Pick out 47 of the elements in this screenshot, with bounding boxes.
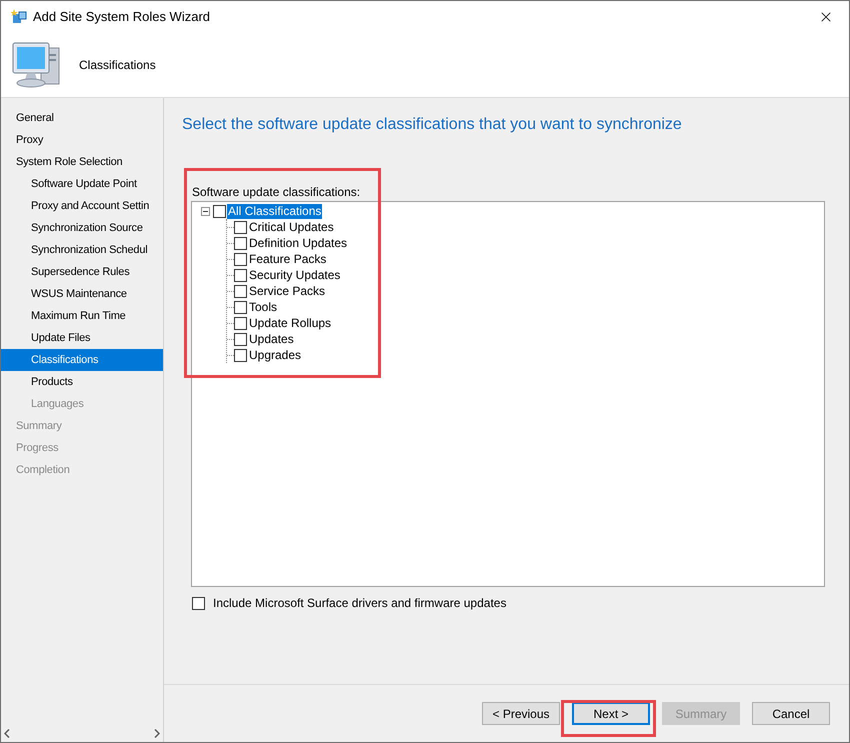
sidebar-item[interactable]: System Role Selection [1,151,163,173]
sidebar-item[interactable]: Classifications [1,349,163,371]
scroll-left-icon[interactable] [4,729,10,738]
tree-checkbox[interactable] [234,300,247,314]
tree-item[interactable]: Service Packs [249,282,326,300]
sidebar-item[interactable]: Update Files [1,327,163,349]
tree-item[interactable]: Definition Updates [249,234,348,252]
tree-view[interactable]: All Classifications Critical Updates Definition Updates Feature Packs Security Updates Service Packs Tools Update Rollups Updates Upgrades [191,201,825,587]
wizard-button[interactable]: Cancel [752,702,830,725]
page-heading: Select the software update classifications that you want to synchronize [182,115,683,135]
tree-item[interactable]: Tools [249,298,278,316]
tree-item[interactable]: All Classifications [227,204,322,219]
tree-label: Software update classifications: [192,184,362,201]
scroll-right-icon[interactable] [154,729,160,738]
tree-checkbox[interactable] [234,348,247,362]
tree-item[interactable]: Upgrades [249,346,302,364]
tree-checkbox[interactable] [234,316,247,330]
sidebar-item[interactable]: Software Update Point [1,173,163,195]
tree-checkbox[interactable] [234,284,247,298]
tree-item[interactable]: Feature Packs [249,250,326,268]
tree-item[interactable]: Update Rollups [249,314,332,332]
tree-checkbox[interactable] [234,332,247,346]
sidebar-item[interactable]: Products [1,371,163,393]
tree-checkbox[interactable] [234,252,247,266]
sidebar-item[interactable]: Supersedence Rules [1,261,163,283]
sidebar-item[interactable]: Synchronization Source [1,217,163,239]
window-title: Add Site System Roles Wizard [33,8,210,26]
tree-checkbox[interactable] [234,236,247,250]
page-title: Classifications [79,56,156,74]
tree-item[interactable]: Critical Updates [249,218,334,236]
sidebar-item[interactable]: General [1,107,163,129]
sidebar-item[interactable]: Proxy and Account Settin [1,195,163,217]
checkbox[interactable] [192,596,205,610]
sidebar-item[interactable]: WSUS Maintenance [1,283,163,305]
tree-checkbox[interactable] [234,220,247,234]
tree-checkbox[interactable] [234,268,247,282]
sidebar-item[interactable]: Proxy [1,129,163,151]
tree-item[interactable]: Updates [249,330,294,348]
tree-checkbox[interactable] [213,205,226,218]
sidebar-item[interactable]: Synchronization Schedul [1,239,163,261]
wizard-button[interactable]: < Previous [482,702,560,725]
tree-item[interactable]: Security Updates [249,266,340,284]
collapse-icon[interactable] [201,207,210,216]
app-icon [11,8,28,25]
wizard-button[interactable]: Next > [572,702,650,725]
sidebar-item[interactable]: Maximum Run Time [1,305,163,327]
checkbox-label[interactable]: Include Microsoft Surface drivers and firmware updates [213,594,506,612]
